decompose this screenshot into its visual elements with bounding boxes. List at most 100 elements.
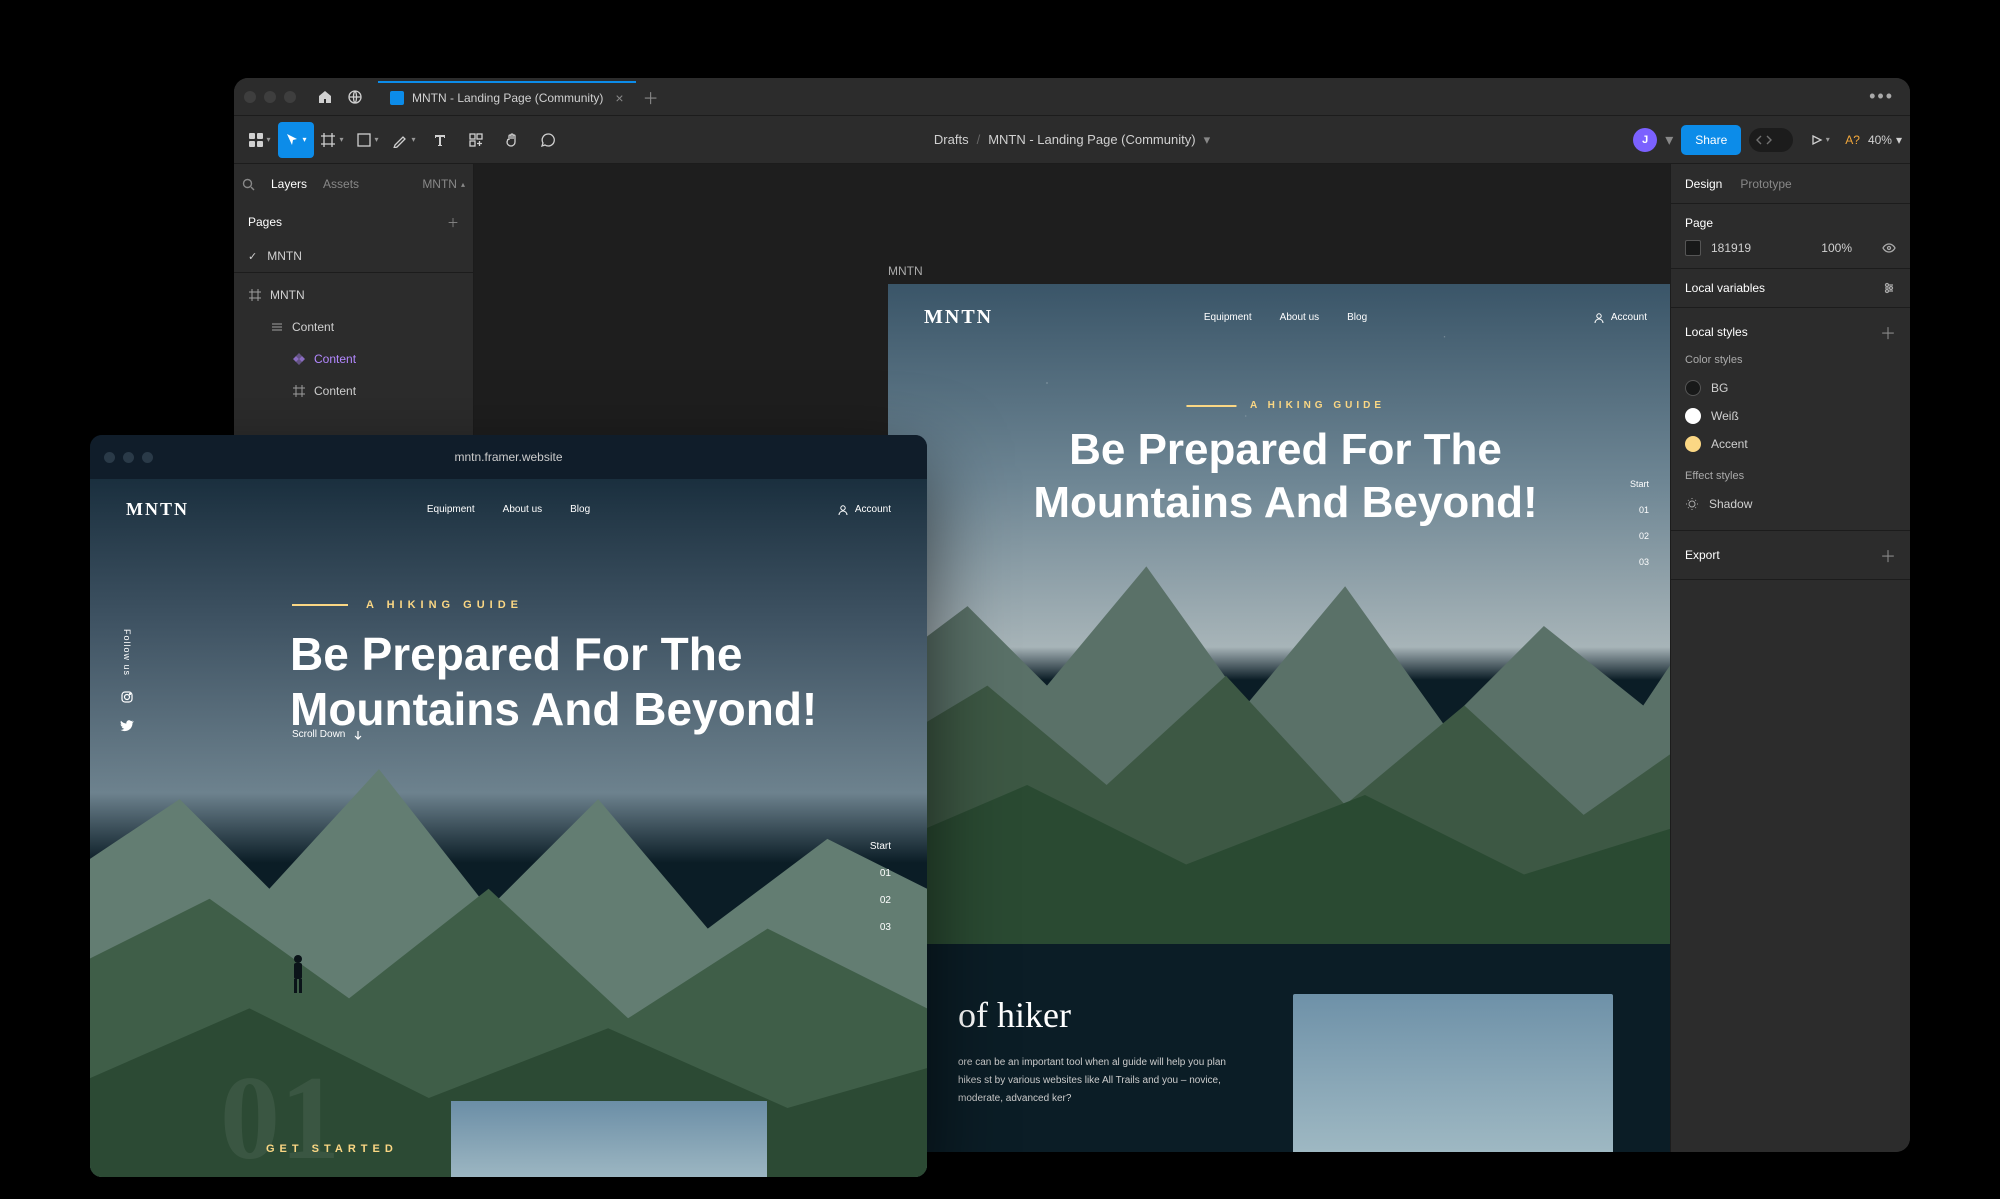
- instagram-icon[interactable]: [120, 690, 134, 704]
- effect-style-shadow[interactable]: Shadow: [1685, 490, 1896, 518]
- breadcrumb-file[interactable]: MNTN - Landing Page (Community): [988, 132, 1195, 147]
- check-icon: ✓: [248, 250, 257, 263]
- zoom-control[interactable]: 40%▾: [1868, 133, 1902, 147]
- window-menu-icon[interactable]: •••: [1863, 86, 1900, 107]
- left-panel-tabs: Layers Assets MNTN▴: [234, 164, 473, 204]
- pages-header: Pages ＋: [234, 204, 473, 240]
- frame-tool[interactable]: ▾: [314, 122, 350, 158]
- hero-title: Be Prepared For TheMountains And Beyond!: [290, 627, 817, 737]
- content-section: of hiker ore can be an important tool wh…: [888, 944, 1670, 1152]
- share-button[interactable]: Share: [1681, 125, 1741, 155]
- section-title: of hiker: [958, 994, 1243, 1036]
- page-section: Page 181919 100%: [1671, 204, 1910, 269]
- nav-equipment: Equipment: [1204, 312, 1252, 323]
- add-export-button[interactable]: ＋: [1880, 543, 1896, 567]
- chevron-down-icon[interactable]: ▾: [1204, 132, 1211, 148]
- breadcrumb-drafts[interactable]: Drafts: [934, 132, 969, 147]
- toolbar: ▾ ▾ ▾ ▾ ▾ Drafts / MNTN - Landing Page (…: [234, 116, 1910, 164]
- browser-traffic-lights[interactable]: [104, 452, 153, 463]
- layer-content-component[interactable]: Content: [234, 343, 473, 375]
- design-frame-mntn[interactable]: MNTN Equipment About us Blog Account A H…: [888, 284, 1670, 1152]
- hand-tool[interactable]: [494, 122, 530, 158]
- page-background-row[interactable]: 181919 100%: [1685, 240, 1896, 256]
- nav-about[interactable]: About us: [503, 504, 542, 515]
- page-indicator: Start 01 02 03: [870, 841, 891, 933]
- page-row[interactable]: ✓ MNTN: [234, 240, 473, 272]
- file-tab[interactable]: MNTN - Landing Page (Community) ×: [378, 81, 636, 113]
- local-variables-section: Local variables: [1671, 269, 1910, 308]
- section-number: 01: [220, 1049, 340, 1177]
- pen-tool[interactable]: ▾: [386, 122, 422, 158]
- color-style-accent[interactable]: Accent: [1685, 430, 1896, 458]
- bg-opacity[interactable]: 100%: [1821, 241, 1852, 255]
- browser-url: mntn.framer.website: [454, 450, 562, 464]
- account-link: Account: [1593, 312, 1647, 324]
- frame-label[interactable]: MNTN: [888, 264, 923, 278]
- color-style-bg[interactable]: BG: [1685, 374, 1896, 402]
- shape-tool[interactable]: ▾: [350, 122, 386, 158]
- section-body: ore can be an important tool when al gui…: [958, 1054, 1243, 1108]
- tab-title: MNTN - Landing Page (Community): [412, 91, 603, 105]
- section-image: [1293, 994, 1613, 1152]
- tab-assets[interactable]: Assets: [323, 177, 359, 191]
- community-icon[interactable]: [340, 82, 370, 112]
- get-started-tagline: GET STARTED: [266, 1143, 398, 1155]
- eye-icon[interactable]: [1882, 241, 1896, 255]
- layer-content-auto[interactable]: Content: [234, 311, 473, 343]
- account-link[interactable]: Account: [837, 504, 891, 516]
- effect-styles-header: Effect styles: [1685, 470, 1896, 482]
- color-style-weiss[interactable]: Weiß: [1685, 402, 1896, 430]
- file-icon: [390, 91, 404, 105]
- right-panel: Design Prototype Page 181919 100% Local …: [1670, 164, 1910, 1152]
- new-tab-button[interactable]: ＋: [636, 82, 666, 112]
- page-dropdown[interactable]: MNTN▴: [422, 177, 465, 191]
- avatar[interactable]: J: [1633, 128, 1657, 152]
- component-icon: [292, 353, 306, 365]
- arrow-down-icon: [353, 730, 363, 740]
- add-page-button[interactable]: ＋: [447, 214, 459, 231]
- window-traffic-lights[interactable]: [244, 91, 296, 103]
- follow-us-sidebar: Follow us: [120, 629, 134, 732]
- color-swatch[interactable]: [1685, 240, 1701, 256]
- logo: MNTN: [126, 499, 189, 520]
- tagline: A HIKING GUIDE: [292, 599, 523, 611]
- add-style-button[interactable]: ＋: [1880, 320, 1896, 344]
- shadow-icon: [1685, 497, 1699, 511]
- nav-equipment[interactable]: Equipment: [427, 504, 475, 515]
- dev-mode-toggle[interactable]: [1749, 128, 1793, 152]
- user-icon: [837, 504, 849, 516]
- main-menu-icon[interactable]: ▾: [242, 122, 278, 158]
- breadcrumb[interactable]: Drafts / MNTN - Landing Page (Community)…: [934, 132, 1210, 148]
- frame-icon: [292, 385, 306, 397]
- frame-icon: [248, 289, 262, 301]
- move-tool[interactable]: ▾: [278, 122, 314, 158]
- tab-prototype[interactable]: Prototype: [1740, 177, 1791, 191]
- text-tool[interactable]: [422, 122, 458, 158]
- nav-links: Equipment About us Blog: [427, 504, 590, 515]
- home-icon[interactable]: [310, 82, 340, 112]
- user-icon: [1593, 312, 1605, 324]
- logo: MNTN: [924, 306, 993, 329]
- browser-titlebar: mntn.framer.website: [90, 435, 927, 479]
- comment-tool[interactable]: [530, 122, 566, 158]
- twitter-icon[interactable]: [120, 718, 134, 732]
- avatar-chevron-icon[interactable]: ▾: [1665, 130, 1673, 150]
- follow-us-label: Follow us: [122, 629, 132, 676]
- settings-icon[interactable]: [1882, 281, 1896, 295]
- search-icon[interactable]: [242, 178, 255, 191]
- tab-design[interactable]: Design: [1685, 177, 1722, 191]
- hero-section: MNTN Equipment About us Blog Account A H…: [888, 284, 1670, 944]
- resources-tool[interactable]: [458, 122, 494, 158]
- scroll-down-cta[interactable]: Scroll Down: [292, 729, 363, 740]
- browser-viewport: MNTN Equipment About us Blog Account Fol…: [90, 479, 927, 1177]
- tab-layers[interactable]: Layers: [271, 177, 307, 191]
- missing-fonts-indicator[interactable]: A?: [1845, 133, 1860, 147]
- close-tab-icon[interactable]: ×: [615, 90, 623, 106]
- layer-content-frame[interactable]: Content: [234, 375, 473, 407]
- nav-about: About us: [1280, 312, 1319, 323]
- present-button[interactable]: ▾: [1801, 122, 1837, 158]
- bg-hex[interactable]: 181919: [1711, 241, 1751, 255]
- local-styles-section: Local styles ＋ Color styles BG Weiß Acce…: [1671, 308, 1910, 531]
- nav-blog[interactable]: Blog: [570, 504, 590, 515]
- layer-frame-mntn[interactable]: MNTN: [234, 279, 473, 311]
